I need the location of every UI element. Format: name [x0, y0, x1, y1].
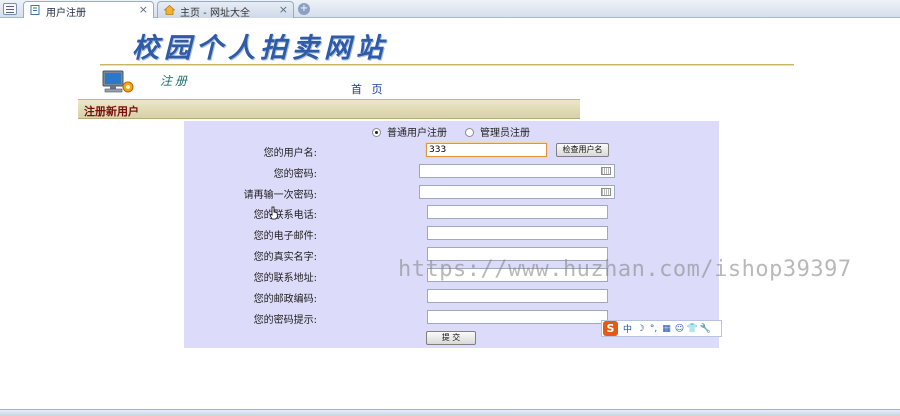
site-title: 校园个人拍卖网站: [132, 33, 388, 64]
hand-cursor-icon: [269, 206, 278, 220]
moon-icon[interactable]: ☽: [634, 324, 647, 334]
keyboard-icon[interactable]: [601, 188, 611, 196]
section-header-bar: 注册新用户: [78, 99, 580, 119]
confirm-password-label: 请再输一次密码:: [243, 190, 317, 201]
new-tab-button[interactable]: +: [298, 3, 310, 15]
ime-toolbar[interactable]: S 中 ☽ °, ▦ ☺ 👕 🔧: [601, 320, 722, 337]
radio-admin[interactable]: 管理员注册: [465, 124, 530, 139]
password-hint-input[interactable]: [427, 310, 608, 324]
zip-code-label: 您的邮政编码:: [253, 294, 317, 305]
watermark-text: https://www.huzhan.com/ishop39397: [398, 257, 852, 282]
punctuation-icon[interactable]: °,: [647, 324, 660, 334]
smiley-icon[interactable]: ☺: [673, 324, 686, 334]
chinese-mode-icon[interactable]: 中: [621, 322, 634, 335]
browser-status-bar: [0, 409, 900, 416]
phone-input[interactable]: [427, 205, 608, 219]
home-icon: [164, 5, 175, 15]
skin-shirt-icon[interactable]: 👕: [686, 324, 699, 334]
password-label: 您的密码:: [273, 169, 317, 180]
radio-normal-user[interactable]: 普通用户注册: [372, 124, 447, 139]
header-divider: [100, 64, 794, 66]
email-label: 您的电子邮件:: [253, 231, 317, 242]
tab-user-register[interactable]: 用户注册 ×: [23, 1, 154, 19]
radio-label: 普通用户注册: [387, 128, 447, 139]
keyboard-icon[interactable]: [601, 167, 611, 175]
soft-keyboard-icon[interactable]: ▦: [660, 324, 673, 334]
radio-button[interactable]: [465, 128, 474, 137]
radio-button-checked[interactable]: [372, 128, 381, 137]
check-username-button[interactable]: 检查用户名: [556, 143, 609, 157]
nav-home-link[interactable]: 首 页: [351, 81, 386, 97]
username-label: 您的用户名:: [263, 148, 317, 159]
tab-label: 主页 - 网址大全: [180, 8, 250, 19]
tab-homepage[interactable]: 主页 - 网址大全 ×: [157, 1, 294, 19]
confirm-password-input[interactable]: [419, 185, 615, 199]
browser-menu-icon[interactable]: [3, 3, 17, 15]
email-input[interactable]: [427, 226, 608, 240]
password-input[interactable]: [419, 164, 615, 178]
submit-button[interactable]: 提 交: [426, 331, 476, 345]
address-label: 您的联系地址:: [253, 273, 317, 284]
real-name-label: 您的真实名字:: [253, 252, 317, 263]
browser-tab-strip: 用户注册 × 主页 - 网址大全 × +: [0, 0, 900, 19]
wrench-icon[interactable]: 🔧: [699, 324, 712, 334]
phone-label: 您的联系电话:: [253, 210, 317, 221]
zip-code-input[interactable]: [427, 289, 608, 303]
password-hint-label: 您的密码提示:: [253, 315, 317, 326]
computer-icon: [102, 70, 134, 93]
close-icon[interactable]: ×: [139, 3, 148, 16]
register-tag: 注册: [160, 74, 191, 88]
tab-label: 用户注册: [46, 8, 86, 19]
section-title: 注册新用户: [84, 105, 139, 118]
page-icon: [30, 5, 40, 15]
username-input[interactable]: 333: [426, 143, 547, 157]
registration-form: 普通用户注册 管理员注册 您的用户名: 333 检查用户名 您的密码: 请再输一…: [184, 121, 719, 348]
radio-label: 管理员注册: [480, 128, 530, 139]
close-icon[interactable]: ×: [279, 3, 288, 16]
sogou-logo-icon[interactable]: S: [603, 321, 618, 336]
